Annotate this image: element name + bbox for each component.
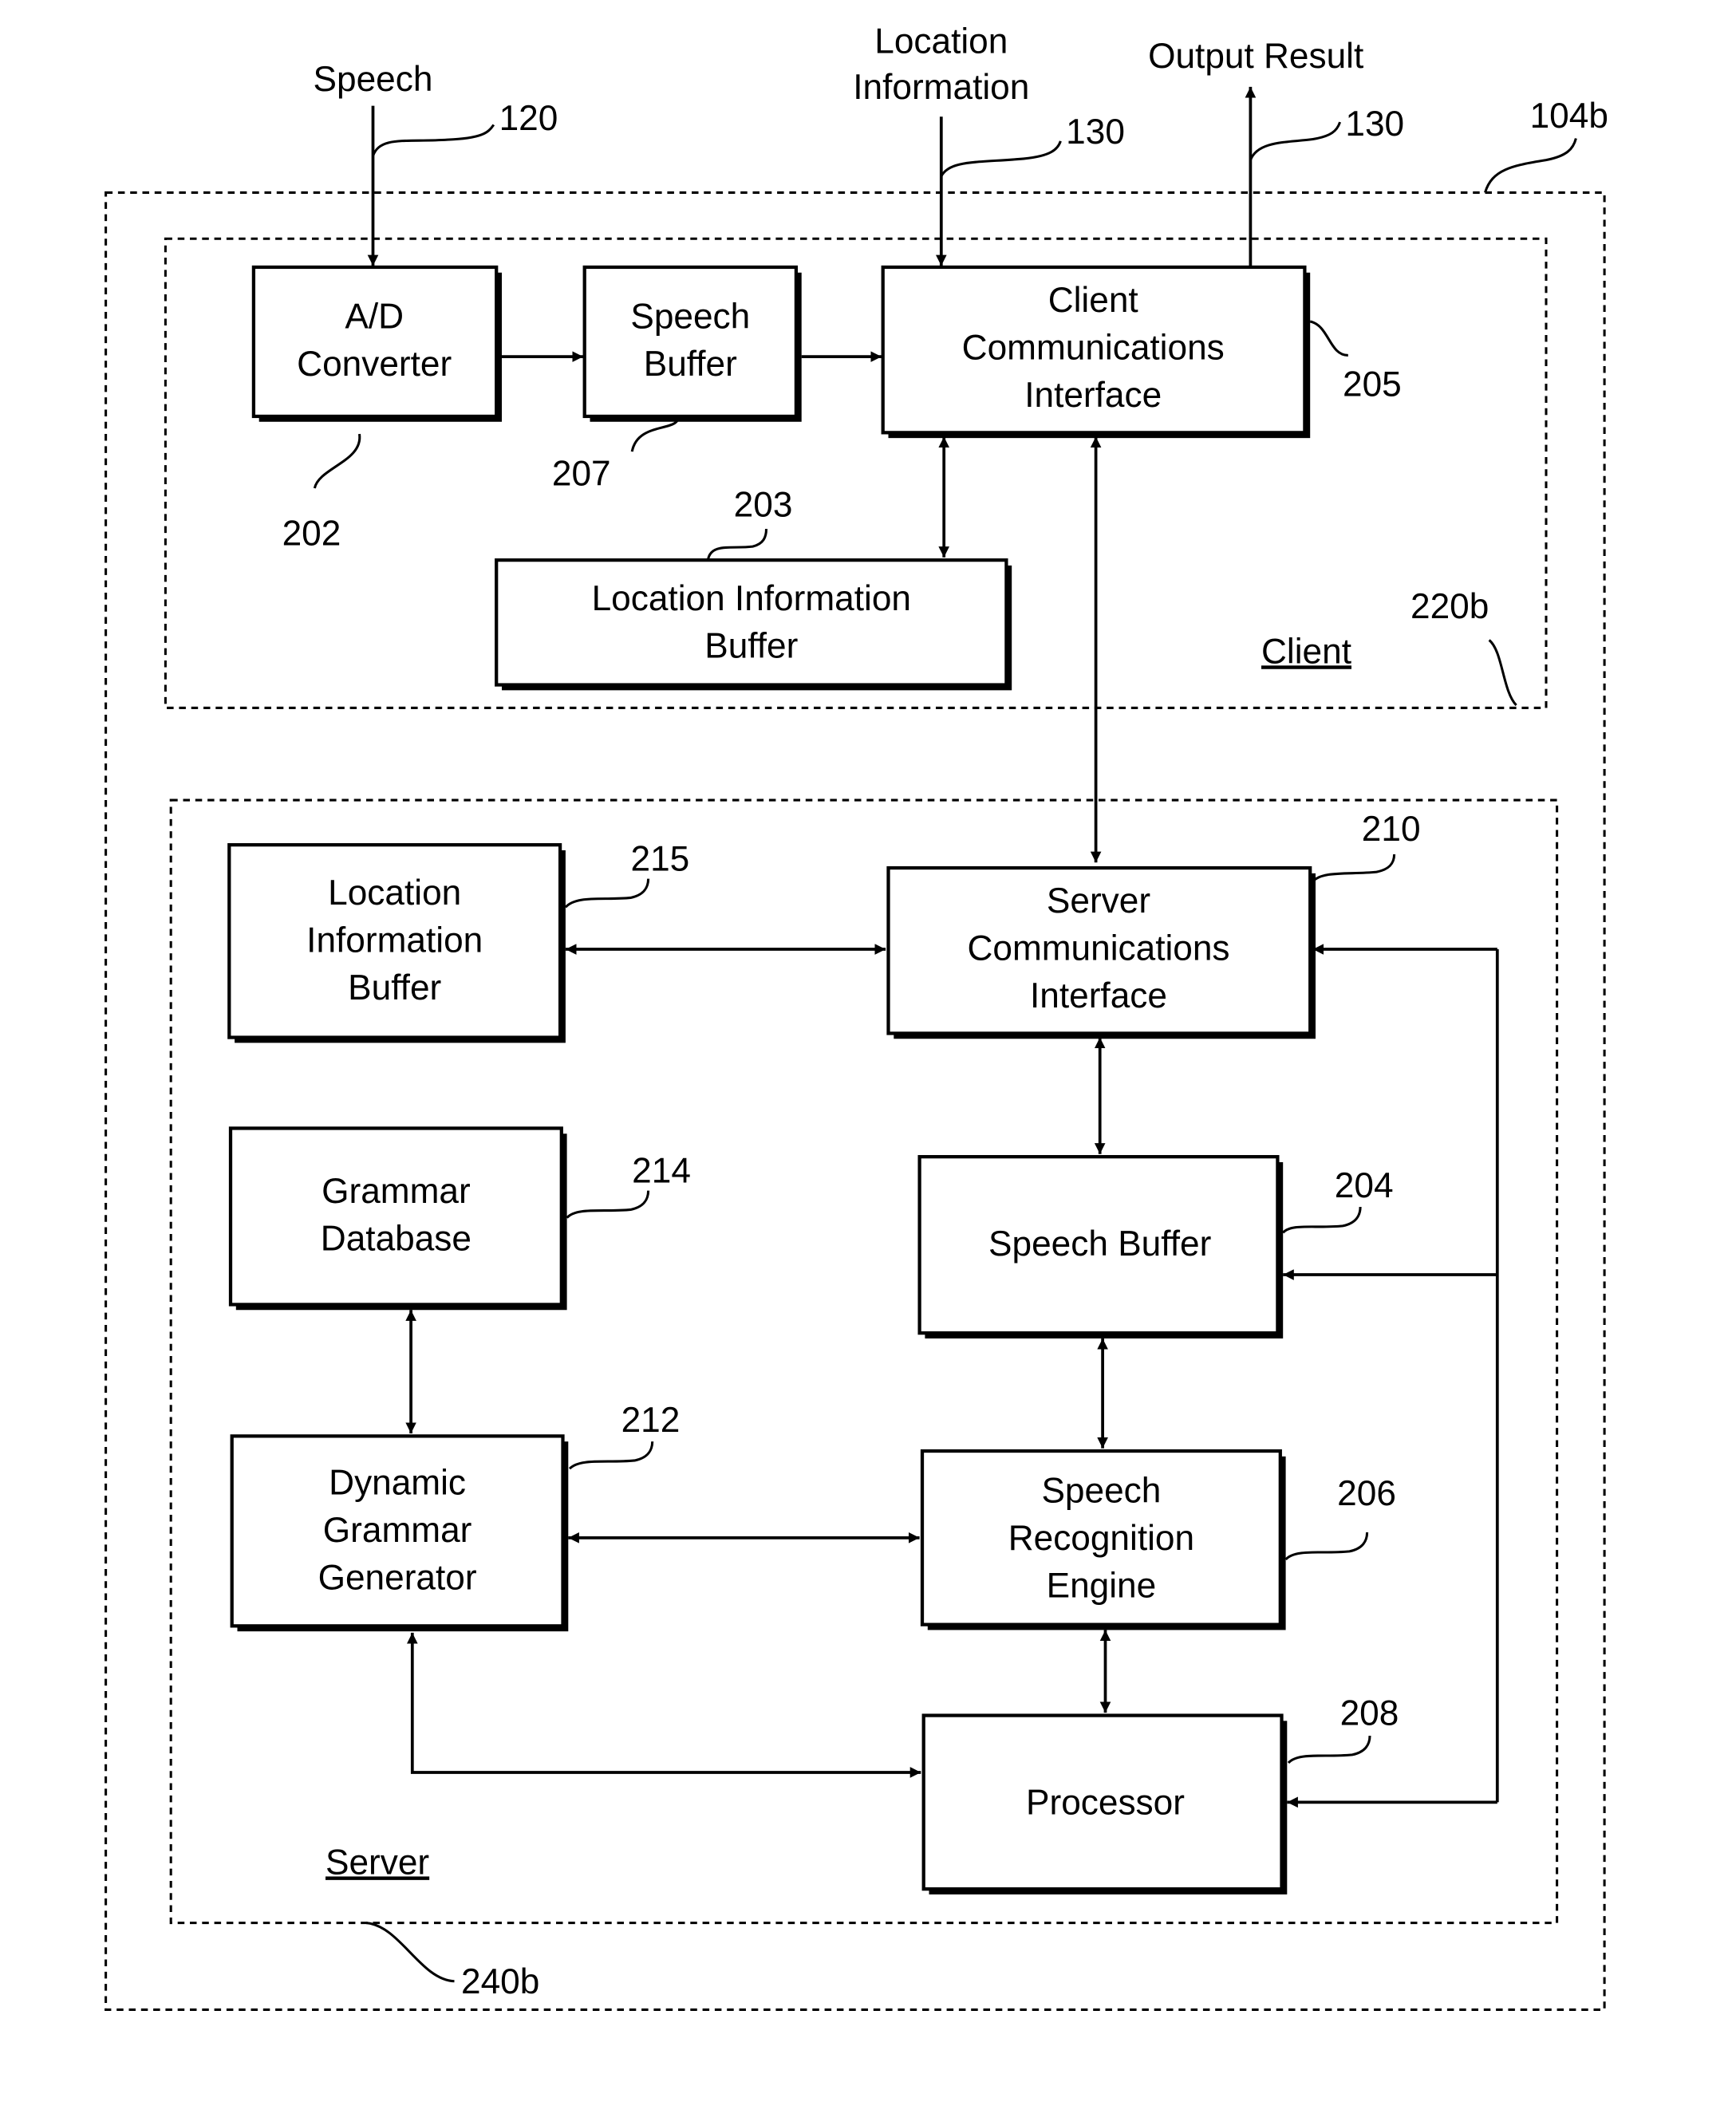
server-speech-buffer-block: Speech Buffer (917, 1155, 1284, 1338)
server-region-leader (365, 1922, 455, 1983)
ad-converter-leader (313, 433, 361, 489)
dynamic-grammar-line-3: Generator (318, 1558, 477, 1597)
server-speech-buffer-ref: 204 (1335, 1166, 1394, 1205)
grammar-database-line-2: Database (321, 1219, 471, 1258)
client-comm-line-1: Client (1048, 281, 1138, 320)
server-comm-line-1: Server (1047, 881, 1150, 921)
client-speech-buffer-leader (630, 418, 680, 452)
client-region-ref: 220b (1410, 587, 1489, 626)
ad-converter-line-2: Converter (297, 345, 452, 384)
client-location-buffer-line-2: Buffer (704, 627, 798, 666)
speech-input-leader (372, 124, 495, 157)
grammar-database-ref: 214 (632, 1151, 691, 1190)
location-input-label-1: Location (874, 22, 1008, 61)
client-location-buffer-ref: 203 (734, 486, 793, 525)
dynamic-grammar-generator-block: Dynamic Grammar Generator (230, 1434, 569, 1632)
grammar-database-leader (566, 1190, 650, 1219)
dynamic-grammar-leader (568, 1441, 654, 1470)
ad-converter-block: A/D Converter (251, 265, 502, 422)
client-comm-line-3: Interface (1024, 376, 1162, 415)
sre-leader (1284, 1532, 1369, 1561)
output-result-label: Output Result (1148, 37, 1363, 76)
client-comm-line-2: Communications (962, 329, 1225, 368)
client-location-buffer-line-1: Location Information (592, 579, 911, 618)
ad-converter-line-1: A/D (345, 297, 404, 336)
dynamic-grammar-line-2: Grammar (323, 1511, 472, 1550)
client-location-buffer-block: Location Information Buffer (495, 558, 1012, 691)
client-region-leader (1488, 639, 1517, 707)
server-comm-interface-block: Server Communications Interface (886, 865, 1316, 1039)
client-comm-ref: 205 (1343, 365, 1402, 404)
server-speech-buffer-line-1: Speech Buffer (988, 1224, 1211, 1264)
server-comm-line-2: Communications (967, 929, 1229, 968)
client-speech-buffer-block: Speech Buffer (582, 265, 802, 422)
server-location-buffer-line-2: Information (306, 921, 483, 960)
dynamic-grammar-ref: 212 (621, 1401, 681, 1440)
grammar-database-block: Grammar Database (228, 1126, 567, 1311)
server-speech-buffer-leader (1282, 1206, 1362, 1234)
location-input-label-2: Information (853, 68, 1029, 107)
server-comm-leader (1312, 854, 1396, 883)
client-region-label: Client (1261, 632, 1351, 671)
processor-line-1: Processor (1026, 1784, 1185, 1823)
server-location-buffer-line-3: Buffer (348, 968, 441, 1007)
server-location-buffer-ref: 215 (630, 839, 689, 878)
speech-recognition-engine-block: Speech Recognition Engine (920, 1449, 1286, 1630)
client-speech-buffer-line-2: Buffer (644, 345, 737, 384)
server-region-label: Server (326, 1843, 429, 1882)
server-location-buffer-block: Location Information Buffer (227, 843, 566, 1043)
ad-converter-ref: 202 (282, 514, 341, 553)
sre-line-2: Recognition (1008, 1519, 1194, 1558)
speech-input-label: Speech (314, 60, 433, 99)
server-comm-ref: 210 (1362, 810, 1421, 849)
client-speech-buffer-line-1: Speech (630, 297, 750, 336)
processor-block: Processor (921, 1713, 1288, 1894)
server-location-buffer-leader (564, 878, 650, 909)
sre-line-3: Engine (1047, 1567, 1157, 1606)
client-speech-buffer-ref: 207 (552, 455, 611, 494)
sre-ref: 206 (1337, 1474, 1396, 1513)
client-comm-leader (1309, 320, 1348, 357)
location-input-ref: 130 (1066, 112, 1125, 152)
client-comm-interface-block: Client Communications Interface (881, 265, 1311, 439)
server-region-ref: 240b (461, 1962, 539, 2001)
sre-line-1: Speech (1041, 1472, 1161, 1511)
processor-ref: 208 (1340, 1693, 1399, 1733)
outer-region-leader (1484, 138, 1577, 193)
dynamic-grammar-line-1: Dynamic (329, 1463, 466, 1502)
server-comm-line-3: Interface (1030, 976, 1167, 1015)
processor-leader (1287, 1735, 1371, 1764)
outer-region-ref: 104b (1530, 97, 1608, 136)
speech-input-ref: 120 (499, 99, 558, 138)
dynamic-grammar-processor-arrow (406, 1632, 921, 1778)
location-input-leader (940, 140, 1062, 177)
grammar-database-line-1: Grammar (322, 1172, 471, 1211)
output-result-ref: 130 (1345, 104, 1404, 144)
outer-device-region (105, 191, 1606, 2011)
client-location-buffer-leader (706, 529, 768, 561)
speech-system-block-diagram: 104b Client 220b Server 240b Speech 120 … (105, 22, 1608, 2011)
server-location-buffer-line-1: Location (328, 873, 461, 913)
output-result-leader (1249, 121, 1342, 161)
